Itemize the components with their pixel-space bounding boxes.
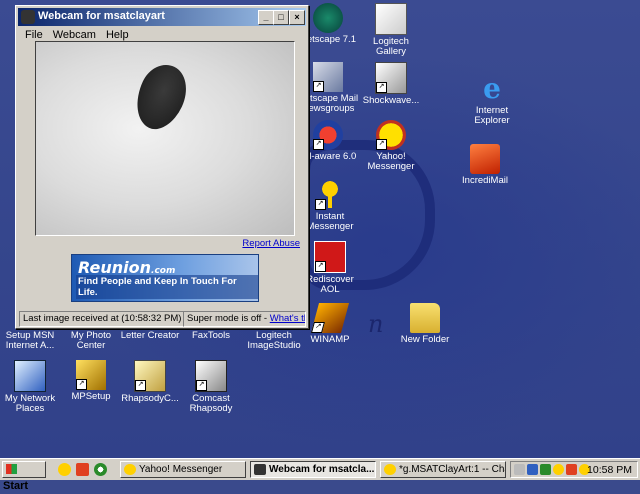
quicklaunch-yahoo-icon[interactable] — [58, 463, 71, 476]
yahoo-smiley-icon — [384, 464, 396, 475]
yahoo-smiley-icon — [124, 464, 136, 475]
tray-norton-icon[interactable] — [540, 464, 551, 475]
shortcut-arrow-icon: ↗ — [313, 139, 324, 150]
shortcut-arrow-icon: ↗ — [196, 380, 207, 391]
status-bar: Last image received at (10:58:32 PM) Sup… — [19, 311, 306, 327]
shockwave-icon: ↗ — [375, 62, 407, 94]
desktop-icon-mpsetup[interactable]: ↗ MPSetup — [59, 360, 123, 402]
shortcut-arrow-icon: ↗ — [310, 322, 325, 333]
shortcut-arrow-icon: ↗ — [315, 199, 326, 210]
status-last-image: Last image received at (10:58:32 PM) — [19, 311, 184, 327]
setup-box-icon: ↗ — [76, 360, 106, 390]
shortcut-arrow-icon: ↗ — [376, 82, 387, 93]
system-tray: 10:58 PM — [510, 461, 638, 478]
desktop-icon-yahoo-messenger[interactable]: ↗ Yahoo! Messenger — [359, 120, 423, 172]
status-super-mode: Super mode is off - What's this? — [183, 311, 306, 327]
adaware-icon: ↗ — [313, 120, 343, 150]
window-titlebar[interactable]: Webcam for msatclayart _ □ × — [18, 8, 306, 26]
whats-this-link[interactable]: What's this? — [270, 313, 305, 324]
network-computer-icon — [14, 360, 46, 392]
desktop-icon-comcast-rhapsody[interactable]: ↗ Comcast Rhapsody — [179, 360, 243, 414]
webcam-app-icon — [254, 464, 266, 475]
yahoo-smiley-icon: ↗ — [376, 120, 406, 150]
quicklaunch-media-icon[interactable] — [94, 463, 107, 476]
internet-explorer-icon: e — [483, 72, 501, 105]
tray-volume-icon[interactable] — [514, 464, 525, 475]
desktop-icon-incredimail[interactable]: IncrediMail — [453, 144, 517, 186]
shortcut-arrow-icon: ↗ — [76, 379, 87, 390]
window-title: Webcam for msatclayart — [38, 10, 165, 22]
webcam-object — [126, 57, 196, 137]
webcam-window[interactable]: Webcam for msatclayart _ □ × File Webcam H… — [15, 5, 309, 329]
folder-icon — [410, 303, 440, 333]
shortcut-arrow-icon: ↗ — [135, 380, 146, 391]
banner-tagline: Find People and Keep In Touch For Life. — [76, 275, 258, 299]
wallpaper-letter: n — [368, 310, 384, 338]
task-yahoo-messenger[interactable]: Yahoo! Messenger — [120, 461, 246, 478]
winamp-bolt-icon: ↗ — [310, 303, 350, 333]
tray-network-icon[interactable] — [527, 464, 538, 475]
netscape-icon — [313, 3, 343, 33]
taskbar: Start Yahoo! Messenger Webcam for msatcl… — [0, 458, 640, 492]
start-button[interactable]: Start — [2, 461, 46, 492]
minimize-button[interactable]: _ — [258, 10, 274, 25]
tray-mail-icon[interactable] — [566, 464, 577, 475]
quicklaunch-mail-icon[interactable] — [76, 463, 89, 476]
comcast-rhapsody-icon: ↗ — [195, 360, 227, 392]
desktop-icon-internet-explorer[interactable]: e Internet Explorer — [460, 74, 524, 126]
rhapsody-icon: ↗ — [134, 360, 166, 392]
mail-icon: ↗ — [313, 62, 343, 92]
task-chat[interactable]: *g.MSATClayArt:1 -- Chat — [380, 461, 506, 478]
envelope-icon — [470, 144, 500, 174]
menu-file[interactable]: File — [20, 28, 48, 42]
report-abuse-link[interactable]: Report Abuse — [242, 238, 300, 249]
webcam-app-icon — [21, 10, 35, 24]
task-webcam[interactable]: Webcam for msatcla... — [250, 461, 376, 478]
shortcut-arrow-icon: ↗ — [313, 81, 324, 92]
shortcut-arrow-icon: ↗ — [315, 261, 326, 272]
desktop-icon-shockwave[interactable]: ↗ Shockwave... — [359, 62, 423, 106]
webcam-image — [35, 41, 295, 236]
desktop-icon-my-network-places[interactable]: My Network Places — [0, 360, 62, 414]
desktop-icon-logitech-gallery[interactable]: Logitech Gallery — [359, 3, 423, 57]
aim-runner-icon: ↗ — [315, 180, 345, 210]
menu-help[interactable]: Help — [101, 28, 134, 42]
desktop-icon-new-folder[interactable]: New Folder — [393, 303, 457, 345]
close-button[interactable]: × — [289, 10, 305, 25]
tray-yahoo-icon[interactable] — [553, 464, 564, 475]
desktop-icon-rhapsody[interactable]: ↗ RhapsodyC... — [118, 360, 182, 404]
windows-flag-icon — [6, 464, 17, 474]
taskbar-clock[interactable]: 10:58 PM — [587, 463, 632, 477]
reunion-ad-banner[interactable]: Reunion.com Find People and Keep In Touc… — [71, 254, 259, 302]
maximize-button[interactable]: □ — [273, 10, 289, 25]
gallery-icon — [375, 3, 407, 35]
menu-webcam[interactable]: Webcam — [48, 28, 101, 42]
shortcut-arrow-icon: ↗ — [376, 139, 387, 150]
aol-triangle-icon: ↗ — [314, 241, 346, 273]
